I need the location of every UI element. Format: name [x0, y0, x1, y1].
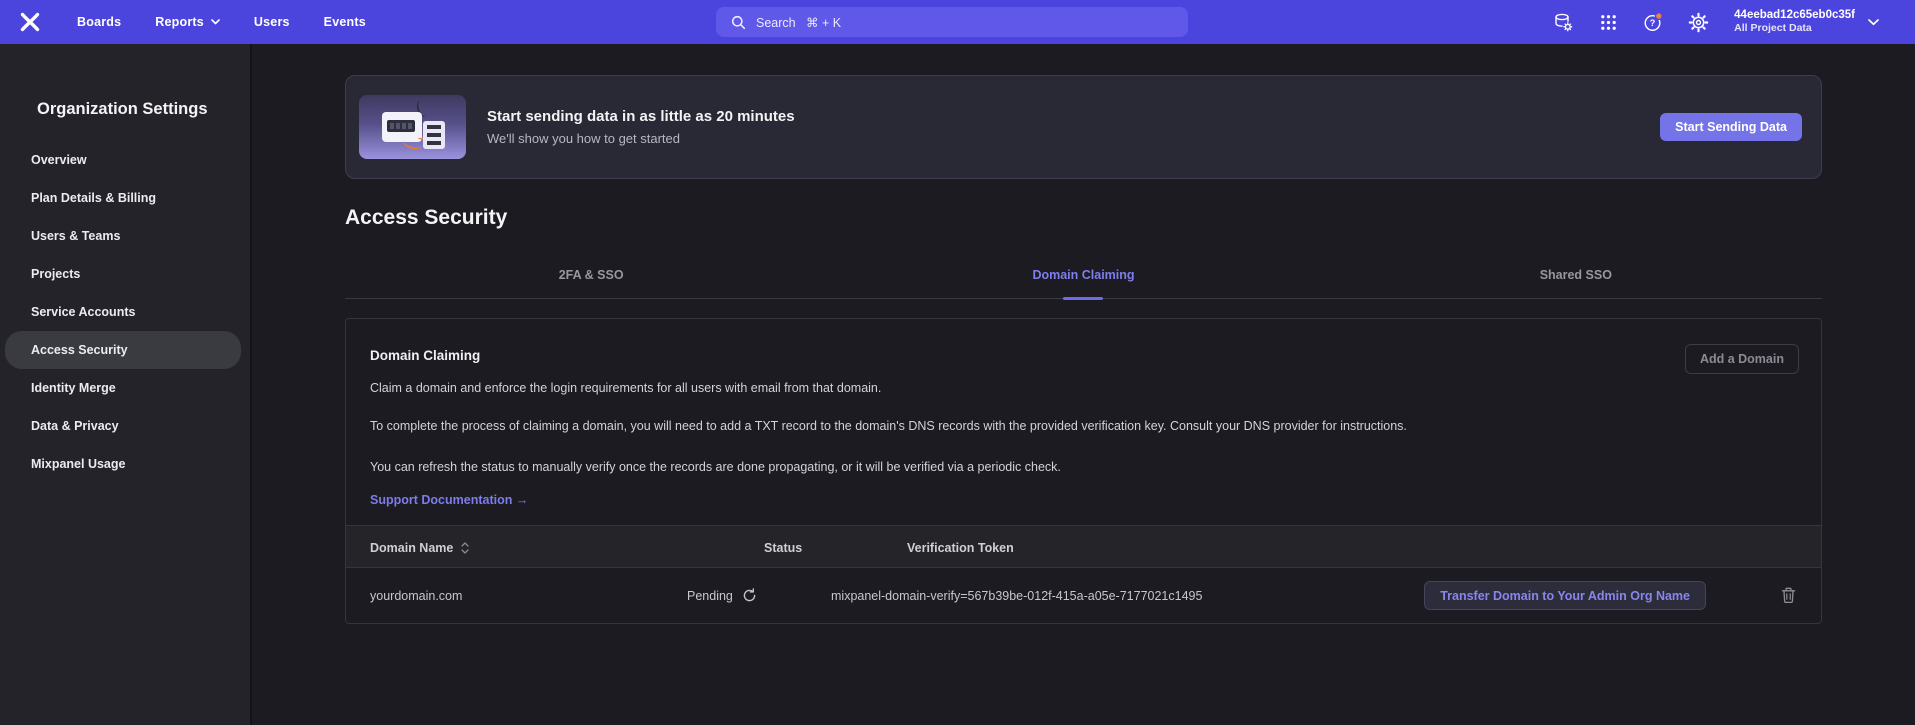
mixpanel-logo-icon [18, 10, 42, 34]
account-switcher[interactable]: 44eebad12c65eb0c35f All Project Data [1734, 9, 1879, 35]
add-domain-button[interactable]: Add a Domain [1685, 344, 1799, 374]
nav-item-events[interactable]: Events [324, 15, 366, 29]
org-id: 44eebad12c65eb0c35f [1734, 9, 1855, 22]
nav-item-boards[interactable]: Boards [77, 15, 121, 29]
nav-item-label: Users [254, 15, 290, 29]
column-header-verification-token: Verification Token [907, 526, 1014, 569]
tab-shared-sso[interactable]: Shared SSO [1330, 268, 1822, 298]
nav-item-users[interactable]: Users [254, 15, 290, 29]
apps-grid-icon[interactable] [1597, 11, 1619, 33]
panel-body: Domain Claiming Claim a domain and enfor… [346, 319, 1821, 509]
sidebar-item-data-privacy[interactable]: Data & Privacy [5, 407, 241, 445]
chevron-down-icon [211, 19, 220, 25]
banner-subtitle: We'll show you how to get started [487, 131, 795, 146]
sidebar-item-identity-merge[interactable]: Identity Merge [5, 369, 241, 407]
data-management-icon[interactable] [1552, 11, 1574, 33]
domain-name-cell: yourdomain.com [370, 568, 462, 623]
account-chevron-icon [1868, 19, 1879, 26]
nav-item-label: Events [324, 15, 366, 29]
sidebar-item-projects[interactable]: Projects [5, 255, 241, 293]
svg-text:?: ? [1650, 18, 1656, 28]
help-icon[interactable]: ? [1642, 11, 1664, 33]
account-info: 44eebad12c65eb0c35f All Project Data [1734, 9, 1855, 35]
project-name: All Project Data [1734, 22, 1855, 35]
support-documentation-link[interactable]: Support Documentation → [370, 493, 528, 507]
sidebar-item-access-security[interactable]: Access Security [5, 331, 241, 369]
refresh-icon[interactable] [742, 588, 757, 603]
search-input[interactable]: Search ⌘ + K [716, 7, 1188, 37]
sidebar-title: Organization Settings [37, 100, 250, 119]
top-navbar: Boards Reports Users Events Search ⌘ + K [0, 0, 1915, 44]
app-window: Boards Reports Users Events Search ⌘ + K [0, 0, 1915, 725]
sidebar-item-overview[interactable]: Overview [5, 141, 241, 179]
start-sending-data-button[interactable]: Start Sending Data [1660, 113, 1802, 141]
nav-item-label: Boards [77, 15, 121, 29]
navbar-left: Boards Reports Users Events [17, 0, 366, 44]
settings-gear-icon[interactable] [1687, 11, 1709, 33]
main-content: Start sending data in as little as 20 mi… [254, 44, 1915, 725]
settings-sidebar: Organization Settings Overview Plan Deta… [0, 44, 252, 725]
verification-token-cell: mixpanel-domain-verify=567b39be-012f-415… [831, 568, 1202, 623]
table-row: yourdomain.com Pending mixpanel-domain-v… [346, 568, 1821, 623]
sidebar-nav: Overview Plan Details & Billing Users & … [0, 141, 250, 483]
status-cell: Pending [687, 568, 757, 623]
sidebar-item-service-accounts[interactable]: Service Accounts [5, 293, 241, 331]
delete-domain-icon[interactable] [1781, 587, 1796, 604]
column-header-label: Domain Name [370, 541, 453, 555]
panel-paragraph: You can refresh the status to manually v… [370, 457, 1455, 478]
sidebar-item-plan-details-billing[interactable]: Plan Details & Billing [5, 179, 241, 217]
notification-badge [1656, 12, 1663, 19]
search-placeholder: Search ⌘ + K [756, 15, 841, 30]
column-header-status: Status [764, 526, 802, 569]
status-label: Pending [687, 589, 733, 603]
nav-item-label: Reports [155, 15, 204, 29]
panel-paragraph: To complete the process of claiming a do… [370, 416, 1455, 437]
banner-text: Start sending data in as little as 20 mi… [487, 108, 795, 146]
transfer-domain-button[interactable]: Transfer Domain to Your Admin Org Name [1424, 581, 1706, 610]
banner-title: Start sending data in as little as 20 mi… [487, 108, 795, 125]
navbar-right: ? 44eebad12c65eb0c3 [1552, 0, 1879, 44]
sort-icon [461, 542, 469, 554]
nav-links: Boards Reports Users Events [77, 15, 366, 29]
domains-table: Domain Name Status Verification Token yo… [346, 525, 1821, 623]
access-security-tabs: 2FA & SSO Domain Claiming Shared SSO [345, 268, 1822, 299]
search-icon [731, 15, 746, 30]
tab-2fa-sso[interactable]: 2FA & SSO [345, 268, 837, 298]
sidebar-item-mixpanel-usage[interactable]: Mixpanel Usage [5, 445, 241, 483]
table-header-row: Domain Name Status Verification Token [346, 525, 1821, 568]
sidebar-item-users-teams[interactable]: Users & Teams [5, 217, 241, 255]
page-title: Access Security [345, 206, 1822, 230]
nav-item-reports[interactable]: Reports [155, 15, 220, 29]
tab-domain-claiming[interactable]: Domain Claiming [837, 268, 1329, 298]
column-header-domain-name[interactable]: Domain Name [370, 526, 469, 569]
mixpanel-logo[interactable] [17, 9, 43, 35]
onboarding-banner: Start sending data in as little as 20 mi… [345, 75, 1822, 179]
panel-title: Domain Claiming [370, 348, 1797, 363]
banner-illustration [359, 95, 466, 159]
domain-claiming-panel: Add a Domain Domain Claiming Claim a dom… [345, 318, 1822, 624]
panel-paragraph: Claim a domain and enforce the login req… [370, 378, 1455, 399]
